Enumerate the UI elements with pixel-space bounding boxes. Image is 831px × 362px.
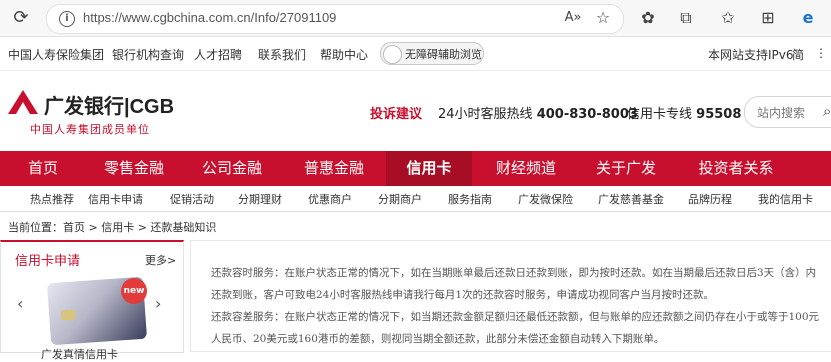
link-help[interactable]: 帮助中心 (320, 46, 368, 63)
nav-about[interactable]: 关于广发 (584, 151, 668, 186)
paragraph-line: 还款到账，客户可致电24小时客服热线申请我行每月1次的还款容时服务，申请成功视同… (211, 289, 715, 301)
extension-icon[interactable]: ✿ (636, 7, 660, 29)
language-switch[interactable]: 简 (792, 46, 804, 63)
nav-home[interactable]: 首页 (8, 151, 78, 186)
nav-finance[interactable]: 财经频道 (484, 151, 568, 186)
puzzle-icon[interactable]: ⧉ (674, 7, 698, 29)
search-icon[interactable]: ⌕ (823, 102, 831, 120)
chevron-left-icon[interactable]: ‹ (17, 294, 23, 313)
cardline-number: 95508 (696, 107, 742, 122)
info-icon[interactable]: i (59, 11, 75, 27)
address-bar[interactable]: i https://www.cgbchina.com.cn/Info/27091… (46, 4, 624, 34)
accessibility-toggle[interactable]: 无障碍辅助浏览 (380, 42, 484, 65)
more-link[interactable]: 更多> (145, 252, 176, 268)
favorite-add-icon[interactable]: ☆ (591, 7, 615, 29)
hotline: 24小时客服热线 400-830-8003 (438, 103, 638, 122)
nav-retail[interactable]: 零售金融 (92, 151, 176, 186)
collections-icon[interactable]: ⊞ (756, 7, 780, 29)
nav-corporate[interactable]: 公司金融 (190, 151, 274, 186)
paragraph-line: 还款容差服务：在账户状态正常的情况下，如当期还款金额足额归还最低还款额，但与账单… (211, 311, 820, 323)
utility-bar: 中国人寿保险集团 银行机构查询 人才招聘 联系我们 帮助中心 无障碍辅助浏览 本… (0, 37, 831, 71)
subnav-item[interactable]: 信用卡申请 (88, 191, 143, 207)
read-aloud-icon[interactable]: A» (561, 7, 585, 29)
subnav-item[interactable]: 我的信用卡 (758, 191, 813, 207)
logo-text[interactable]: 广发银行|CGB (44, 90, 174, 119)
subnav-item[interactable]: 分期理财 (238, 191, 282, 207)
link-branch-query[interactable]: 银行机构查询 (112, 46, 184, 63)
hotline-label: 24小时客服热线 (438, 107, 533, 122)
subnav-item[interactable]: 优惠商户 (308, 191, 352, 207)
subnav-item[interactable]: 服务指南 (448, 191, 492, 207)
logo-subtitle: 中国人寿集团成员单位 (30, 123, 150, 136)
link-china-life[interactable]: 中国人寿保险集团 (8, 46, 104, 63)
paragraph-line: 人民币、20美元或160港币的差额，则视同当期全额还款，此部分未偿还金额自动转入… (211, 333, 665, 345)
accessibility-label: 无障碍辅助浏览 (405, 48, 482, 61)
more-icon[interactable]: ⋮ (815, 46, 827, 60)
link-careers[interactable]: 人才招聘 (194, 46, 242, 63)
toggle-knob (383, 45, 402, 64)
subnav-item[interactable]: 分期商户 (378, 191, 422, 207)
chevron-right-icon[interactable]: › (155, 294, 161, 313)
sub-nav: 热点推荐 信用卡申请 促销活动 分期理财 优惠商户 分期商户 服务指南 广发微保… (0, 186, 831, 212)
new-badge: new (121, 278, 147, 304)
card-apply-panel: 信用卡申请 更多> ‹ new › 广发真情信用卡 (0, 240, 184, 361)
favorites-icon[interactable]: ✩ (716, 7, 740, 29)
cgb-logo-icon[interactable] (8, 90, 38, 114)
url-text[interactable]: https://www.cgbchina.com.cn/Info/2709110… (83, 10, 336, 25)
cardline: 信用卡专线 95508 (627, 103, 741, 122)
hotline-number: 400-830-8003 (536, 107, 638, 122)
subnav-item[interactable]: 热点推荐 (30, 191, 74, 207)
paragraph-line: 还款容时服务：在账户状态正常的情况下，如在当期账单最后还款日还款到账，即为按时还… (211, 267, 817, 279)
panel-title[interactable]: 信用卡申请 (15, 250, 80, 269)
reload-icon[interactable]: ⟳ (10, 7, 32, 29)
search-input[interactable]: 站内搜索 (757, 104, 805, 121)
site-search[interactable]: 站内搜索 ⌕ (744, 96, 831, 128)
nav-credit-card[interactable]: 信用卡 (386, 151, 472, 186)
subnav-item[interactable]: 品牌历程 (688, 191, 732, 207)
browser-toolbar: ⟳ i https://www.cgbchina.com.cn/Info/270… (0, 0, 831, 37)
cardline-label: 信用卡专线 (627, 107, 693, 122)
complaint-link[interactable]: 投诉建议 (370, 103, 422, 122)
link-contact[interactable]: 联系我们 (258, 46, 306, 63)
edge-icon[interactable]: e (796, 7, 820, 29)
card-chip (60, 309, 76, 321)
article-content: 还款容时服务：在账户状态正常的情况下，如在当期账单最后还款日还款到账，即为按时还… (190, 240, 831, 352)
ipv6-note: 本网站支持IPv6 (708, 48, 794, 62)
subnav-item[interactable]: 广发微保险 (518, 191, 573, 207)
nav-investor[interactable]: 投资者关系 (686, 151, 786, 186)
breadcrumb: 当前位置：首页 > 信用卡 > 还款基础知识 (8, 221, 217, 234)
subnav-item[interactable]: 促销活动 (170, 191, 214, 207)
subnav-item[interactable]: 广发慈善基金 (598, 191, 664, 207)
main-nav: 首页 零售金融 公司金融 普惠金融 信用卡 财经频道 关于广发 投资者关系 (0, 151, 831, 186)
card-name[interactable]: 广发真情信用卡 (41, 346, 118, 362)
nav-inclusive[interactable]: 普惠金融 (292, 151, 376, 186)
